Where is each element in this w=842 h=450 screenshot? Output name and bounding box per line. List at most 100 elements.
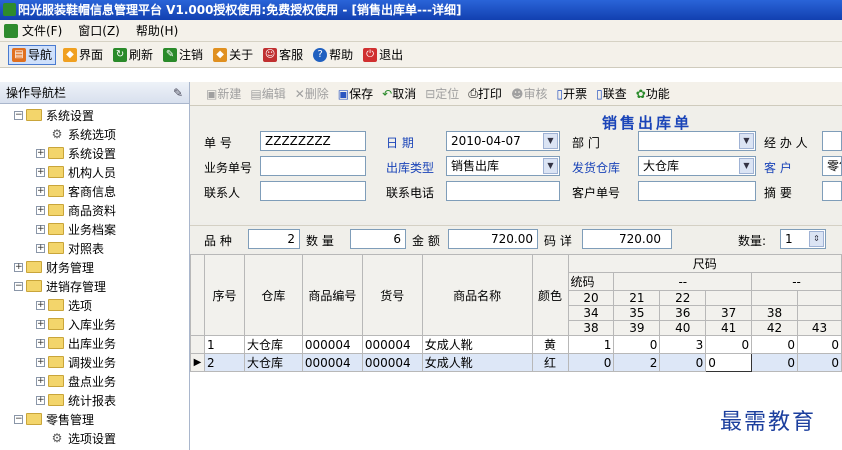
chevron-down-icon[interactable]: ▼ [739, 158, 754, 174]
tree-item-option-settings[interactable]: ⚙ 选项设置 [50, 429, 116, 447]
expand-icon[interactable]: + [36, 224, 45, 234]
pin-icon[interactable]: ✎ [173, 86, 183, 100]
cell-size-qty[interactable]: 0 [613, 335, 661, 354]
cell-size-qty[interactable]: 0 [751, 353, 798, 372]
collapse-icon[interactable]: − [14, 414, 23, 424]
row-indicator[interactable] [190, 335, 205, 354]
cell-size-qty[interactable]: 2 [613, 353, 661, 372]
cell-seq[interactable]: 1 [203, 335, 245, 354]
expand-icon[interactable]: + [36, 395, 45, 405]
cell-size-qty[interactable]: 1 [567, 335, 615, 354]
col-seq[interactable]: 序号 [203, 254, 245, 336]
expand-icon[interactable]: + [36, 148, 45, 158]
new-button[interactable]: ▣ 新建 [206, 85, 241, 102]
cell-size-qty[interactable]: 0 [797, 335, 842, 354]
menu-file[interactable]: 文件(F) [22, 22, 62, 39]
warehouse-select[interactable]: 大仓库 ▼ [638, 156, 756, 176]
tree-item-inbound[interactable]: + 入库业务 [36, 315, 116, 333]
tree-item-mapping-table[interactable]: + 对照表 [36, 239, 104, 257]
tree-item-system-setup[interactable]: + 系统设置 [36, 144, 116, 162]
expand-icon[interactable]: + [14, 262, 23, 272]
audit-button[interactable]: ☻ 审核 [511, 85, 548, 102]
expand-icon[interactable]: + [36, 376, 45, 386]
print-button[interactable]: ⎙ 打印 [468, 85, 502, 102]
menu-window[interactable]: 窗口(Z) [78, 22, 120, 39]
expand-icon[interactable]: + [36, 205, 45, 215]
cell-sku[interactable]: 000004 [361, 353, 423, 372]
col-code[interactable]: 商品编号 [301, 254, 363, 336]
tree-item-org-staff[interactable]: + 机构人员 [36, 163, 116, 181]
cell-code[interactable]: 000004 [301, 335, 363, 354]
cell-warehouse[interactable]: 大仓库 [243, 335, 303, 354]
toolbar-service-button[interactable]: ☺ 客服 [260, 45, 306, 65]
tree-item-outbound[interactable]: + 出库业务 [36, 334, 116, 352]
cell-size-qty[interactable]: 3 [659, 335, 707, 354]
col-sku[interactable]: 货号 [361, 254, 423, 336]
phone-field[interactable] [446, 181, 560, 201]
tree-item-reports[interactable]: + 统计报表 [36, 391, 116, 409]
col-name[interactable]: 商品名称 [421, 254, 533, 336]
expand-icon[interactable]: + [36, 167, 45, 177]
toolbar-about-button[interactable]: ◆ 关于 [210, 45, 256, 65]
toolbar-help-button[interactable]: ? 帮助 [310, 45, 356, 65]
cust-no-field[interactable] [638, 181, 756, 201]
expand-icon[interactable]: + [36, 357, 45, 367]
table-row[interactable]: ▶ 2 大仓库 000004 000004 女成人靴 红 0 2 0 0 0 0 [190, 353, 842, 372]
toolbar-navigation-button[interactable]: ▤ 导航 [8, 44, 57, 65]
collapse-icon[interactable]: − [14, 281, 23, 291]
linked-query-button[interactable]: ▯ 联查 [596, 85, 627, 102]
table-row[interactable]: 1 大仓库 000004 000004 女成人靴 黄 1 0 3 0 0 0 [190, 335, 842, 354]
menu-help[interactable]: 帮助(H) [136, 22, 178, 39]
chevron-down-icon[interactable]: ▼ [543, 133, 558, 149]
date-field[interactable]: 2010-04-07 ▼ [446, 131, 560, 151]
spinner-icon[interactable]: ⇕ [809, 231, 824, 247]
tree-item-inventory[interactable]: − 进销存管理 [14, 277, 106, 295]
out-type-select[interactable]: 销售出库 ▼ [446, 156, 560, 176]
tree-item-system-settings[interactable]: − 系统设置 [14, 106, 94, 124]
dept-select[interactable]: ▼ [638, 131, 756, 151]
expand-icon[interactable]: + [36, 243, 45, 253]
tree-item-merchant-info[interactable]: + 客商信息 [36, 182, 116, 200]
cell-name[interactable]: 女成人靴 [421, 335, 533, 354]
cell-size-qty-editing[interactable]: 0 [705, 353, 753, 372]
edit-button[interactable]: ▤ 编辑 [250, 85, 285, 102]
col-color[interactable]: 颜色 [531, 254, 569, 336]
biz-no-field[interactable] [260, 156, 366, 176]
handler-field[interactable] [822, 131, 842, 151]
function-button[interactable]: ✿ 功能 [636, 85, 670, 102]
locate-button[interactable]: ⊟ 定位 [425, 85, 459, 102]
cell-size-qty[interactable]: 0 [567, 353, 615, 372]
expand-icon[interactable]: + [36, 338, 45, 348]
cell-size-qty[interactable]: 0 [751, 335, 798, 354]
toolbar-interface-button[interactable]: ◆ 界面 [60, 45, 106, 65]
contact-field[interactable] [260, 181, 366, 201]
cell-size-qty[interactable]: 0 [797, 353, 842, 372]
customer-field[interactable]: 零售 [822, 156, 842, 176]
tree-item-system-options[interactable]: ⚙ 系统选项 [50, 125, 116, 143]
col-warehouse[interactable]: 仓库 [243, 254, 303, 336]
chevron-down-icon[interactable]: ▼ [739, 133, 754, 149]
doc-no-field[interactable]: ZZZZZZZZ [260, 131, 366, 151]
collapse-icon[interactable]: − [14, 110, 23, 120]
tree-item-business-archive[interactable]: + 业务档案 [36, 220, 116, 238]
cell-color[interactable]: 红 [531, 353, 569, 372]
cell-size-qty[interactable]: 0 [659, 353, 707, 372]
toolbar-logout-button[interactable]: ✎ 注销 [160, 45, 206, 65]
cell-sku[interactable]: 000004 [361, 335, 423, 354]
expand-icon[interactable]: + [36, 186, 45, 196]
count-stepper[interactable]: 1 ⇕ [780, 229, 826, 249]
invoice-button[interactable]: ▯ 开票 [556, 85, 587, 102]
delete-button[interactable]: ✕ 删除 [295, 85, 329, 102]
tree-item-product-data[interactable]: + 商品资料 [36, 201, 116, 219]
expand-icon[interactable]: + [36, 319, 45, 329]
toolbar-exit-button[interactable]: ⏻ 退出 [360, 45, 406, 65]
expand-icon[interactable]: + [36, 300, 45, 310]
tree-item-transfer[interactable]: + 调拨业务 [36, 353, 116, 371]
summary-field[interactable] [822, 181, 842, 201]
tree-item-stocktake[interactable]: + 盘点业务 [36, 372, 116, 390]
tree-item-finance[interactable]: + 财务管理 [14, 258, 94, 276]
cell-code[interactable]: 000004 [301, 353, 363, 372]
chevron-down-icon[interactable]: ▼ [543, 158, 558, 174]
cancel-button[interactable]: ↶ 取消 [382, 85, 416, 102]
toolbar-refresh-button[interactable]: ↻ 刷新 [110, 45, 156, 65]
